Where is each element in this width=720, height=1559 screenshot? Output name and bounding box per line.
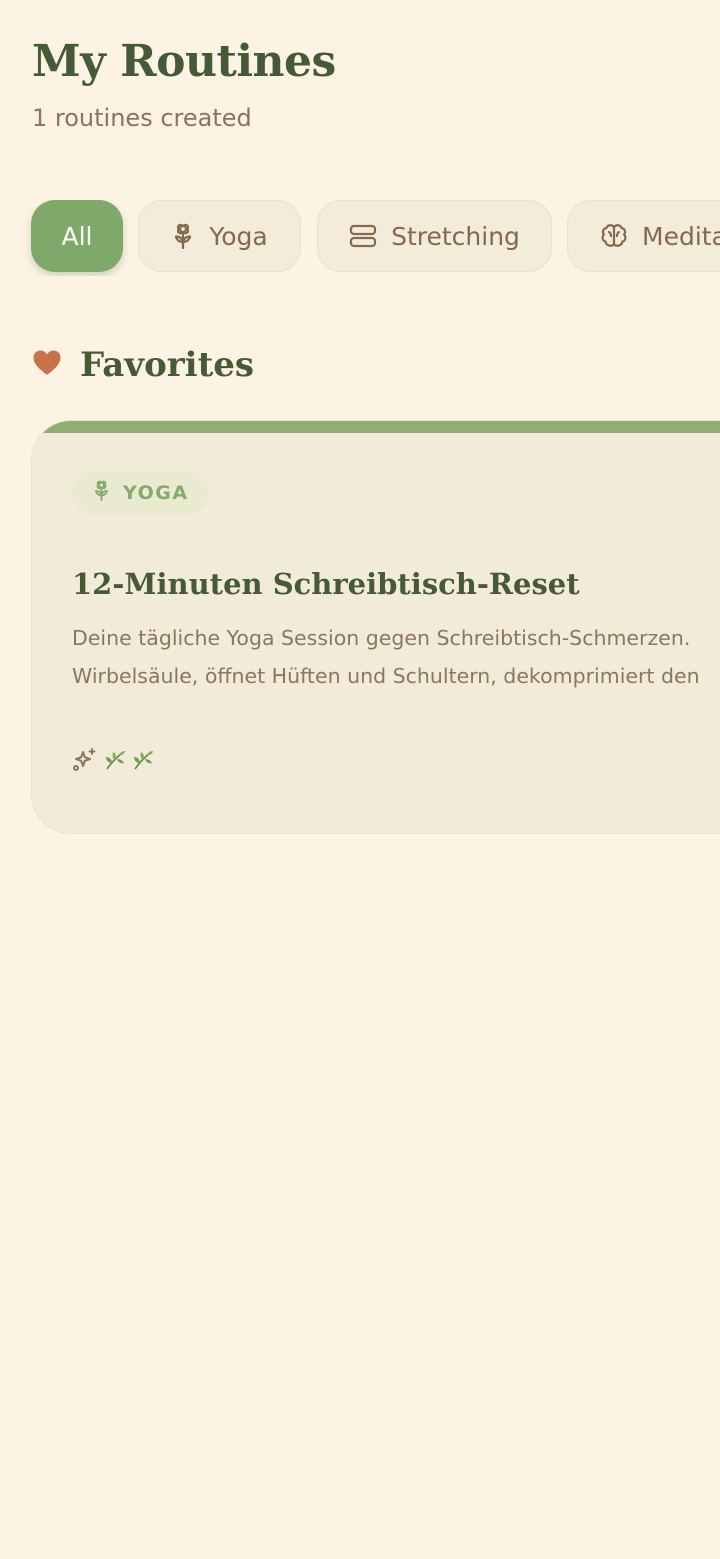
- filter-chip-meditation[interactable]: Medita: [567, 200, 720, 272]
- description-line: Deine tägliche Yoga Session gegen Schrei…: [72, 626, 691, 650]
- filter-chip-label: All: [61, 221, 93, 251]
- flower-icon: [92, 479, 111, 507]
- favorites-title: Favorites: [80, 345, 255, 385]
- filter-chip-yoga[interactable]: Yoga: [138, 200, 301, 272]
- routines-count: 1 routines created: [32, 104, 252, 132]
- herb-icon: [104, 749, 126, 771]
- brain-icon: [600, 222, 628, 250]
- sparkles-icon: [72, 747, 98, 773]
- heart-icon: [32, 349, 62, 381]
- filter-chip-label: Stretching: [391, 221, 520, 251]
- filter-chip-label: Medita: [642, 221, 720, 251]
- herb-icon: [132, 749, 154, 771]
- stretch-bars-icon: [349, 224, 377, 248]
- filter-chip-all[interactable]: All: [31, 200, 123, 272]
- category-filter-bar[interactable]: All Yoga Stretching Medita: [0, 200, 720, 276]
- page-title: My Routines: [32, 36, 336, 87]
- routine-title: 12-Minuten Schreibtisch-Reset: [72, 567, 580, 601]
- filter-chip-stretching[interactable]: Stretching: [317, 200, 552, 272]
- favorites-header: Favorites: [32, 340, 254, 390]
- routine-card[interactable]: YOGA 12-Minuten Schreibtisch-Reset Deine…: [31, 420, 720, 834]
- category-label: YOGA: [123, 482, 189, 504]
- filter-chip-label: Yoga: [209, 221, 268, 251]
- card-accent-bar: [32, 421, 720, 433]
- flower-icon: [171, 222, 195, 250]
- routine-description: Deine tägliche Yoga Session gegen Schrei…: [72, 619, 720, 695]
- routine-tags: [72, 747, 154, 773]
- description-line: Wirbelsäule, öffnet Hüften und Schultern…: [72, 664, 700, 688]
- category-badge: YOGA: [72, 471, 209, 515]
